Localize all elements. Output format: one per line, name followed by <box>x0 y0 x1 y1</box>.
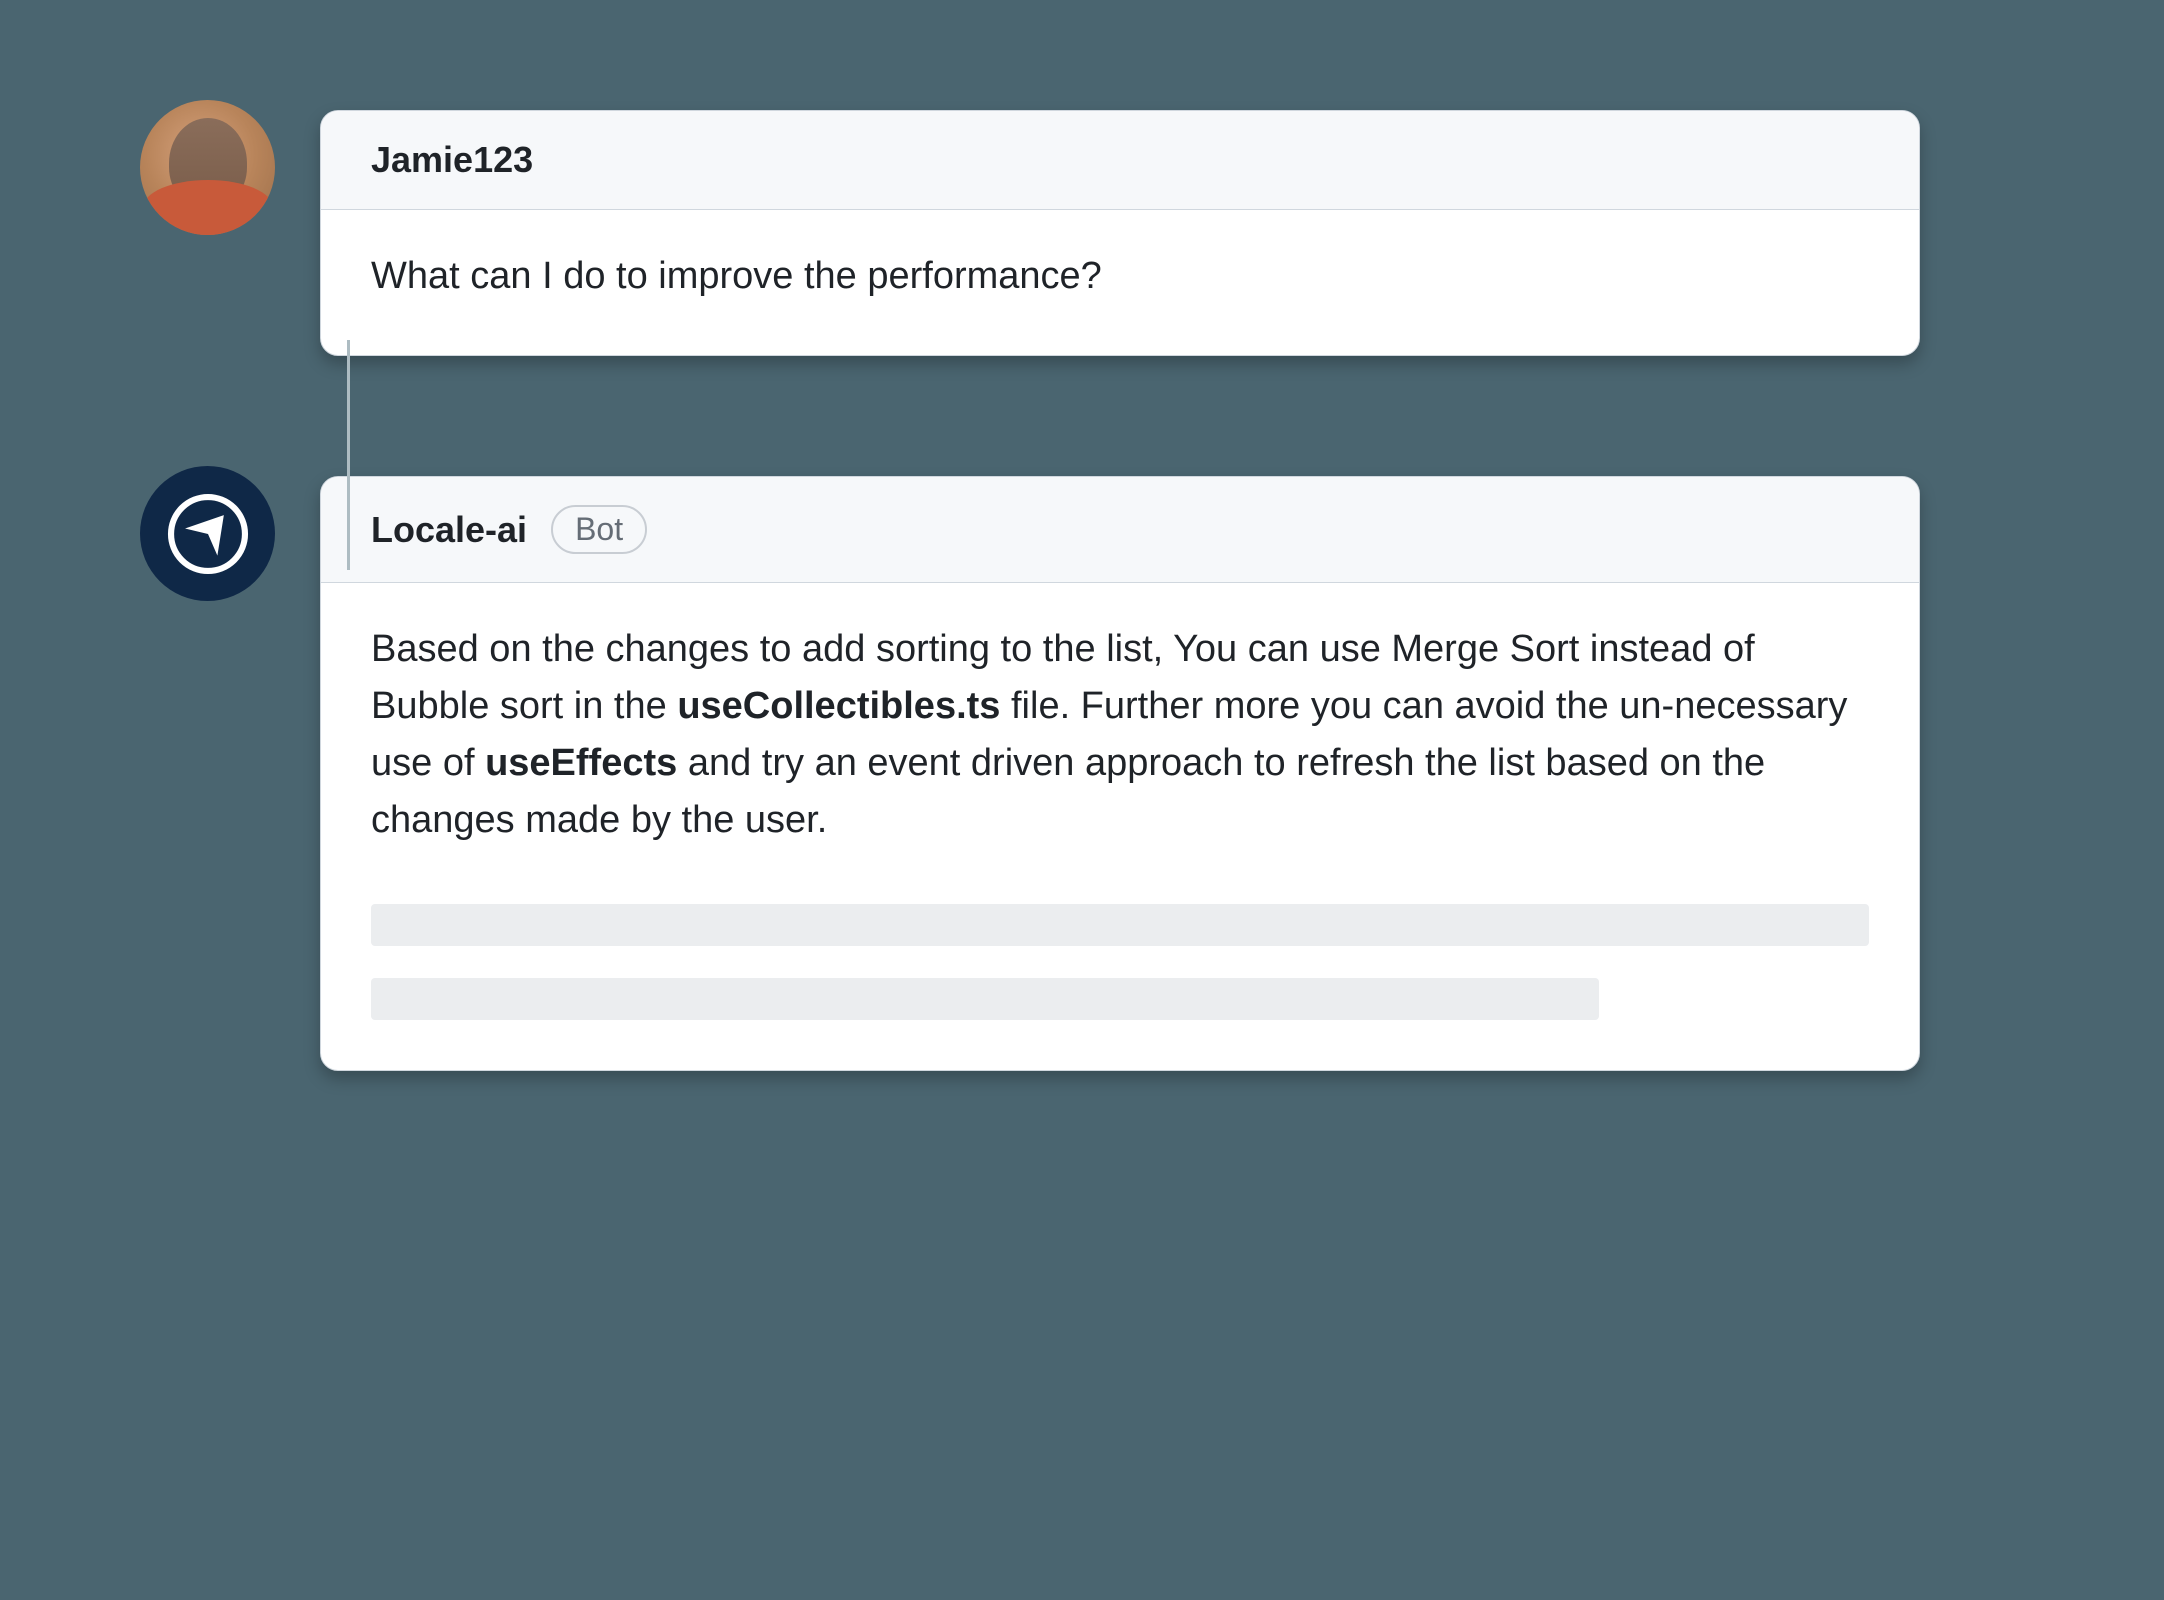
user-message-body: What can I do to improve the performance… <box>321 210 1919 355</box>
bot-body-bold-text: useCollectibles.ts <box>677 685 1000 727</box>
bot-badge: Bot <box>551 505 647 554</box>
bot-avatar[interactable] <box>140 466 275 601</box>
user-message-header: Jamie123 <box>321 111 1919 210</box>
conversation-thread: Jamie123 What can I do to improve the pe… <box>140 100 2084 1071</box>
bot-message-row: Locale-ai Bot Based on the changes to ad… <box>140 466 2084 1071</box>
skeleton-line <box>371 978 1599 1020</box>
loading-skeleton <box>371 904 1869 1020</box>
user-avatar-icon[interactable] <box>140 100 275 235</box>
bot-author-name[interactable]: Locale-ai <box>371 509 527 551</box>
bot-avatar-wrapper <box>140 466 275 601</box>
user-message-card: Jamie123 What can I do to improve the pe… <box>320 110 1920 356</box>
user-message-row: Jamie123 What can I do to improve the pe… <box>140 100 2084 356</box>
bot-body-bold-text: useEffects <box>485 742 677 784</box>
bot-message-body: Based on the changes to add sorting to t… <box>321 583 1919 1070</box>
user-author-name[interactable]: Jamie123 <box>371 139 533 181</box>
thread-connector-line <box>347 340 350 570</box>
user-avatar-wrapper <box>140 100 275 235</box>
bot-message-card: Locale-ai Bot Based on the changes to ad… <box>320 476 1920 1071</box>
navigation-arrow-icon <box>164 490 252 578</box>
skeleton-line <box>371 904 1869 946</box>
bot-message-header: Locale-ai Bot <box>321 477 1919 583</box>
